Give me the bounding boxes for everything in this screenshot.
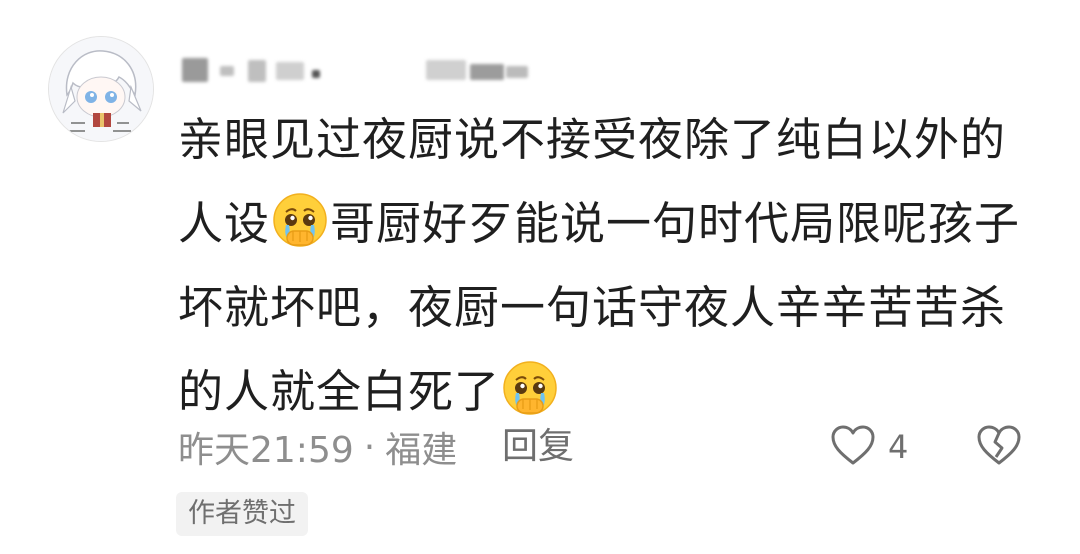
username-blurred[interactable] xyxy=(180,52,540,88)
like-button[interactable]: 4 xyxy=(830,420,908,474)
avatar-illustration xyxy=(49,37,153,141)
comment-time: 昨天21:59 xyxy=(178,430,354,471)
comment-item: 亲眼见过夜厨说不接受夜除了纯白以外的人设 哥厨好歹能说一句时代局限呢孩子坏就坏吧，… xyxy=(0,0,1080,554)
comment-meta: 昨天21:59 · 福建 xyxy=(178,420,457,474)
meta-separator: · xyxy=(363,426,376,468)
broken-heart-icon xyxy=(976,425,1022,470)
crying-pleading-face-icon xyxy=(501,359,559,417)
crying-pleading-face-icon xyxy=(271,191,329,249)
heart-icon xyxy=(830,424,876,470)
comment-body: 亲眼见过夜厨说不接受夜除了纯白以外的人设 哥厨好歹能说一句时代局限呢孩子坏就坏吧，… xyxy=(178,98,1038,434)
comment-location: 福建 xyxy=(385,430,458,471)
dislike-button[interactable] xyxy=(976,424,1022,470)
reply-button[interactable]: 回复 xyxy=(502,420,574,474)
author-liked-badge: 作者赞过 xyxy=(176,492,308,536)
avatar[interactable] xyxy=(48,36,154,142)
like-count: 4 xyxy=(888,428,909,466)
